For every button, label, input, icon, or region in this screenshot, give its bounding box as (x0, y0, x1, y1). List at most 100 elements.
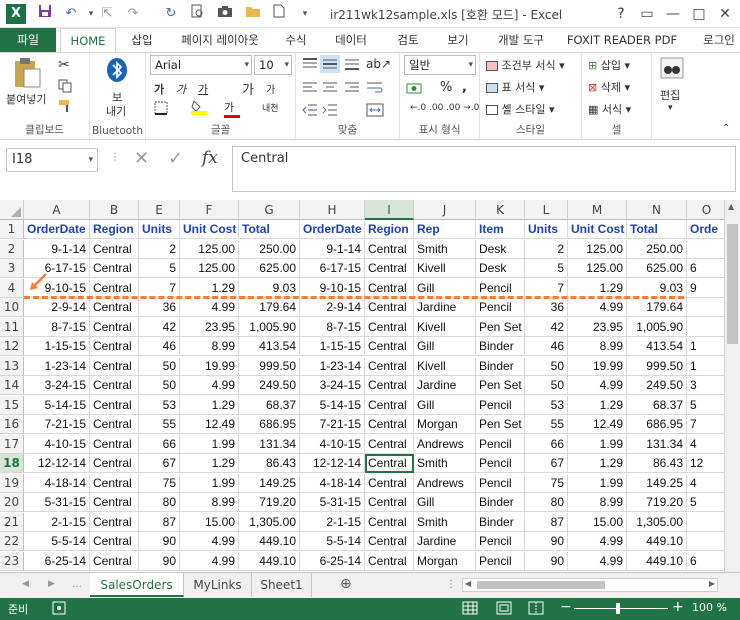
table-cell[interactable]: 1,005.90 (239, 317, 300, 337)
table-cell[interactable] (687, 532, 727, 551)
table-cell[interactable]: 1.29 (180, 395, 239, 415)
sheet-tab-sheet1[interactable]: Sheet1 (252, 573, 312, 597)
table-cell[interactable]: Central (90, 278, 139, 298)
select-all-corner[interactable] (0, 200, 24, 220)
row-header[interactable]: 14 (0, 376, 24, 395)
align-top-icon[interactable] (302, 57, 318, 74)
row-header[interactable]: 19 (0, 473, 24, 493)
decrease-decimal-icon[interactable]: .00 →.0 (446, 103, 479, 113)
table-cell[interactable]: 80 (525, 493, 568, 512)
column-header-m[interactable]: M (568, 200, 627, 220)
format-cells-button[interactable]: ▦ 서식 ▾ (588, 101, 631, 117)
table-cell[interactable]: 7 (687, 415, 727, 434)
cancel-entry-button[interactable]: ✕ (134, 148, 149, 169)
table-cell[interactable]: Central (365, 473, 414, 493)
table-cell[interactable]: 50 (525, 376, 568, 395)
more-sheets-icon[interactable]: … (72, 579, 82, 590)
binoculars-icon[interactable] (660, 57, 684, 82)
minimize-button[interactable]: — (660, 3, 686, 25)
scroll-sheets-left-icon[interactable]: ◀ (22, 579, 29, 589)
vertical-scroll-thumb[interactable] (727, 224, 738, 344)
table-cell[interactable]: 449.10 (239, 551, 300, 571)
table-cell[interactable]: Central (90, 473, 139, 493)
align-right-icon[interactable] (344, 81, 360, 98)
column-title-cell[interactable]: OrderDate (300, 220, 365, 239)
table-cell[interactable]: Kivell (414, 259, 476, 278)
sheet-tab-salesorders[interactable]: SalesOrders (90, 573, 184, 597)
table-cell[interactable]: Central (365, 551, 414, 571)
table-cell[interactable]: 42 (139, 317, 180, 337)
bold-button[interactable]: 가 (154, 81, 164, 97)
table-cell[interactable]: 90 (139, 532, 180, 551)
table-cell[interactable]: Central (90, 376, 139, 395)
row-header[interactable]: 12 (0, 337, 24, 356)
merge-center-icon[interactable] (366, 103, 384, 120)
table-cell[interactable]: Central (365, 337, 414, 356)
insert-cells-button[interactable]: ⊞ 삽입 ▾ (588, 57, 630, 73)
table-cell[interactable]: 9 (687, 278, 727, 298)
bluetooth-send-label-2[interactable]: 내기 (106, 103, 126, 119)
table-cell[interactable]: Central (365, 278, 414, 298)
table-cell[interactable]: 1.99 (180, 473, 239, 493)
column-header-a[interactable]: A (24, 200, 90, 220)
table-cell[interactable]: 449.10 (239, 532, 300, 551)
table-cell[interactable]: Central (90, 356, 139, 376)
row-header[interactable]: 23 (0, 551, 24, 571)
table-cell[interactable]: 50 (139, 356, 180, 376)
border-icon[interactable] (154, 101, 168, 118)
table-cell[interactable]: Kivell (414, 317, 476, 337)
table-cell[interactable]: Central (90, 317, 139, 337)
table-cell[interactable]: Pencil (476, 395, 525, 415)
paste-icon[interactable] (12, 57, 42, 92)
tab-developer[interactable]: 개발 도구 (486, 28, 556, 52)
table-cell[interactable]: Central (90, 551, 139, 571)
table-cell[interactable]: 6 (687, 259, 727, 278)
scroll-up-icon[interactable]: ▲ (728, 202, 734, 211)
table-cell[interactable]: Central (90, 298, 139, 317)
tab-foxit[interactable]: FOXIT READER PDF (562, 28, 682, 52)
table-cell[interactable]: 1.99 (568, 473, 627, 493)
scroll-sheets-right-icon[interactable]: ▶ (48, 579, 55, 589)
table-cell[interactable]: 131.34 (239, 434, 300, 454)
table-cell[interactable]: 5 (687, 395, 727, 415)
table-cell[interactable]: 67 (525, 454, 568, 473)
table-cell[interactable]: Kivell (414, 356, 476, 376)
tab-split-handle-icon[interactable]: ⋮ (446, 579, 456, 590)
table-cell[interactable]: 50 (139, 376, 180, 395)
normal-view-icon[interactable] (462, 601, 478, 618)
table-cell[interactable]: Central (90, 415, 139, 434)
align-bottom-icon[interactable] (344, 57, 360, 74)
undo-icon[interactable]: ↶ (60, 4, 82, 24)
table-cell[interactable]: 1-15-15 (300, 337, 365, 356)
maximize-button[interactable]: □ (686, 3, 712, 25)
insert-function-button[interactable]: fx (202, 148, 218, 168)
table-cell[interactable]: 42 (525, 317, 568, 337)
table-cell[interactable]: Pencil (476, 278, 525, 298)
table-cell[interactable]: Pen Set (476, 376, 525, 395)
table-cell[interactable]: Central (365, 259, 414, 278)
table-cell[interactable]: Pencil (476, 454, 525, 473)
name-box[interactable]: I18 ▾ (6, 148, 98, 172)
wrap-text-icon[interactable] (366, 81, 384, 98)
table-cell[interactable]: Central (90, 337, 139, 356)
table-cell[interactable]: 12 (687, 454, 727, 473)
column-title-cell[interactable]: Units (525, 220, 568, 239)
table-cell[interactable]: 8-7-15 (300, 317, 365, 337)
table-cell[interactable]: 12.49 (568, 415, 627, 434)
table-cell[interactable]: Central (90, 493, 139, 512)
table-cell[interactable]: 4.99 (180, 298, 239, 317)
table-cell[interactable]: 68.37 (627, 395, 687, 415)
table-cell[interactable]: Jardine (414, 298, 476, 317)
table-cell[interactable]: Smith (414, 239, 476, 259)
delete-cells-button[interactable]: ⊠ 삭제 ▾ (588, 79, 630, 95)
table-cell[interactable]: 1.29 (568, 395, 627, 415)
table-cell[interactable]: 1.29 (180, 454, 239, 473)
zoom-level[interactable]: 100 % (692, 601, 727, 614)
table-cell[interactable]: 125.00 (180, 239, 239, 259)
table-cell[interactable]: 6-25-14 (24, 551, 90, 571)
table-cell[interactable]: 250.00 (239, 239, 300, 259)
print-preview-icon[interactable] (186, 4, 208, 24)
table-cell[interactable]: 686.95 (627, 415, 687, 434)
table-cell[interactable]: 1,305.00 (239, 512, 300, 532)
table-cell[interactable]: 1 (687, 337, 727, 356)
